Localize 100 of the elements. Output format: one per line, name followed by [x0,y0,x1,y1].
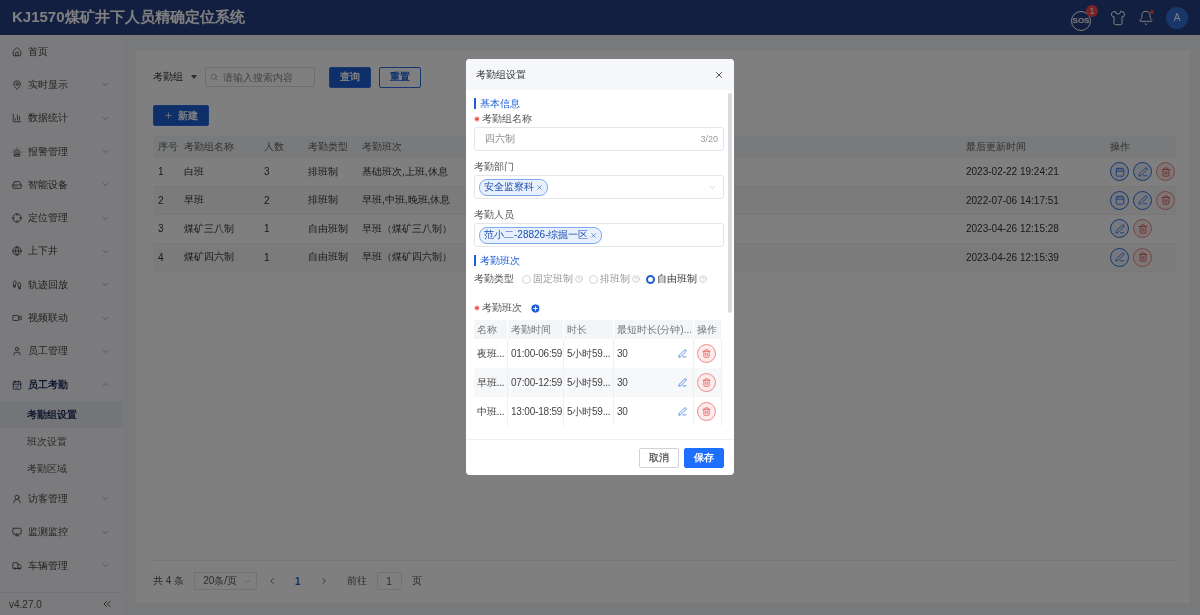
person-icon [12,346,22,357]
reset-button[interactable]: 重置 [379,66,421,88]
siren-icon [12,146,22,157]
edit-button[interactable] [1133,162,1152,182]
calendar-button[interactable] [1110,190,1129,210]
chevron-down-icon [101,561,110,570]
version-label: v4.27.0 [9,598,42,610]
sidebar-item[interactable]: 智能设备 [0,168,122,202]
delete-button[interactable] [697,402,716,421]
pen-icon[interactable] [678,407,687,416]
column-header: 时长 [567,322,587,337]
bell-icon[interactable] [1138,9,1154,26]
sidebar-item[interactable]: 轨迹回放 [0,268,122,302]
page-size-select[interactable]: 20条/页 [194,572,258,590]
footprints-icon [12,279,22,290]
submenu-item[interactable]: 考勤组设置 [0,401,122,429]
table-cell: 01:00-06:59 [511,348,563,359]
sidebar-item[interactable]: 员工管理 [0,334,122,368]
trash-icon [1137,223,1148,234]
column-header: 最后更新时间 [961,136,1105,158]
table-cell: 中班... [477,404,505,419]
radio-option[interactable]: 自由班制 [646,272,707,286]
submenu-item[interactable]: 考勤区域 [0,455,122,483]
user-avatar[interactable]: A [1166,6,1188,29]
table-cell: 早班（煤矿三八制） [362,221,452,236]
trash-icon [1160,166,1171,177]
filter-dropdown[interactable]: 考勤组 [153,70,183,84]
field-label: 考勤类型 [474,272,514,286]
staff-select[interactable]: 范小二-28826-综掘一区 [474,223,724,247]
table-cell: 早班,中班,晚班,休息 [362,193,451,208]
table-cell: 5小时59... [567,375,611,390]
table-cell: 2023-04-26 12:15:28 [966,223,1059,235]
pen-icon [1114,223,1125,234]
sidebar-item[interactable]: 视频联动 [0,301,122,335]
field-label: 考勤部门 [474,160,514,174]
character-counter: 3/20 [700,134,718,144]
save-button[interactable]: 保存 [684,447,724,468]
table-cell: 基础班次,上班,休息 [362,164,448,179]
table-cell: 煤矿四六制 [184,250,234,265]
sidebar-item[interactable]: 上下井 [0,234,122,269]
department-select[interactable]: 安全监察科 [474,175,724,199]
page-number[interactable]: 1 [287,575,309,587]
table-cell: 3 [264,166,270,178]
delete-button[interactable] [1133,247,1152,267]
column-header: 人数 [259,136,303,158]
edit-button[interactable] [1110,219,1129,239]
delete-button[interactable] [697,373,716,392]
bar-chart-icon [12,113,22,124]
total-count: 共 4 条 [153,574,185,588]
add-icon[interactable] [530,302,541,314]
person-icon [12,493,22,504]
delete-button[interactable] [1133,219,1152,239]
globe-icon [12,246,22,257]
close-icon[interactable] [714,69,724,80]
sidebar-item[interactable]: 车辆管理 [0,548,122,583]
sidebar-item[interactable]: 监测监控 [0,515,122,549]
sidebar-item[interactable]: 访客管理 [0,482,122,516]
table-cell: 5小时59... [567,346,611,361]
table-cell: 2 [264,194,270,206]
radio-option[interactable]: 固定班制 [522,272,583,286]
pen-icon[interactable] [678,378,687,387]
sidebar-item[interactable]: 定位管理 [0,201,122,235]
delete-button[interactable] [1156,190,1175,210]
caret-icon[interactable] [191,75,197,79]
sidebar-item[interactable]: 实时显示 [0,68,122,102]
cancel-button[interactable]: 取消 [639,447,679,468]
submenu-item[interactable]: 班次设置 [0,428,122,456]
field-label: 考勤人员 [474,208,514,222]
table-cell: 2023-02-22 19:24:21 [966,166,1059,178]
column-header: 操作 [697,322,717,337]
field-label: 考勤班次 [482,301,522,315]
section-title: 基本信息 [474,98,520,109]
scrollbar[interactable] [728,93,732,313]
app-title: KJ1570煤矿井下人员精确定位系统 [12,8,245,27]
new-button[interactable]: 新建 [153,105,209,126]
table-cell: 早班（煤矿四六制） [362,250,452,265]
column-header: 最短时长(分钟)... [617,322,692,337]
table-cell: 30 [617,377,628,388]
column-header: 操作 [1105,136,1176,158]
search-button[interactable]: 查询 [329,66,371,88]
table-cell: 30 [617,406,628,417]
edit-button[interactable] [1133,190,1152,210]
sidebar-item[interactable]: 报警管理 [0,134,122,169]
pin-icon [12,79,22,90]
delete-button[interactable] [1156,162,1175,182]
goto-page-field[interactable]: 1 [376,572,402,590]
delete-button[interactable] [697,344,716,363]
remove-icon[interactable] [590,231,598,239]
calendar-button[interactable] [1110,162,1129,182]
sidebar-item[interactable]: 首页 [0,35,122,69]
radio-option[interactable]: 排班制 [589,272,640,286]
collapse-icon[interactable] [101,598,113,610]
pen-icon[interactable] [678,349,687,358]
trash-icon [702,349,711,358]
sidebar-item[interactable]: 员工考勤 [0,367,122,402]
table-cell: 2022-07-06 14:17:51 [966,194,1059,206]
sidebar-item[interactable]: 数据统计 [0,101,122,135]
edit-button[interactable] [1110,247,1129,267]
remove-icon[interactable] [536,183,543,191]
shirt-icon[interactable] [1110,9,1126,26]
